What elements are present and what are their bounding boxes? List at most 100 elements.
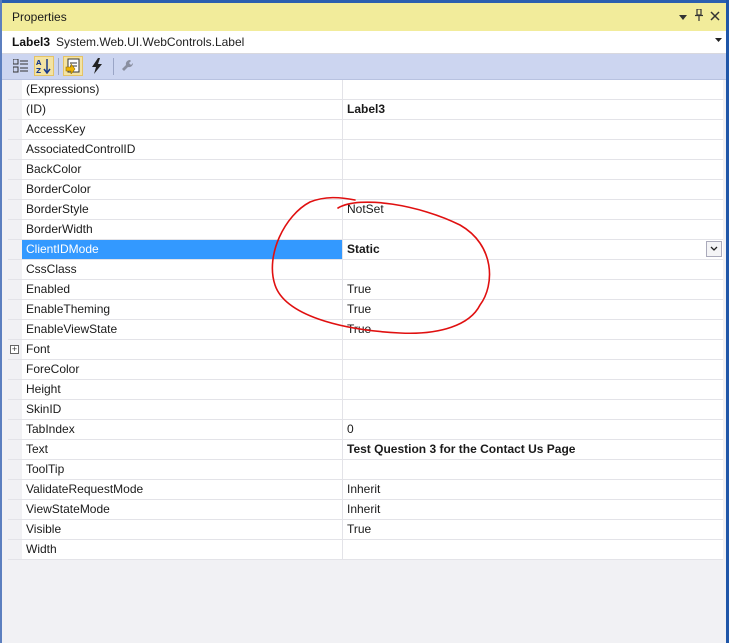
wrench-icon — [122, 59, 134, 71]
property-row-expressions[interactable]: (Expressions) — [8, 80, 723, 100]
toolbar-separator — [58, 58, 59, 75]
row-gutter — [8, 260, 22, 279]
property-row-font[interactable]: + Font — [8, 340, 723, 360]
property-value[interactable]: Test Question 3 for the Contact Us Page — [342, 440, 723, 459]
property-value[interactable]: True — [342, 320, 723, 339]
property-value[interactable] — [342, 380, 723, 399]
property-value[interactable]: Inherit — [342, 480, 723, 499]
object-name: Label3 — [12, 35, 51, 49]
property-row-accesskey[interactable]: AccessKey — [8, 120, 723, 140]
panel-title-bar[interactable]: Properties — [2, 3, 726, 31]
property-row-id[interactable]: (ID) Label3 — [8, 100, 723, 120]
property-value[interactable] — [342, 220, 723, 239]
value-dropdown-button[interactable] — [706, 241, 722, 257]
property-row-visible[interactable]: Visible True — [8, 520, 723, 540]
property-value[interactable] — [342, 80, 723, 99]
row-gutter — [8, 220, 22, 239]
property-value[interactable]: Static — [342, 240, 723, 259]
categorized-button[interactable] — [11, 56, 31, 76]
expand-plus-icon[interactable]: + — [10, 345, 19, 354]
row-gutter — [8, 520, 22, 539]
property-value[interactable] — [342, 180, 723, 199]
property-name: BorderWidth — [26, 222, 93, 236]
property-row-backcolor[interactable]: BackColor — [8, 160, 723, 180]
row-gutter — [8, 300, 22, 319]
events-button[interactable] — [87, 56, 107, 76]
property-value[interactable]: NotSet — [342, 200, 723, 219]
property-name: Visible — [26, 522, 62, 536]
property-value[interactable]: Label3 — [342, 100, 723, 119]
property-grid: (Expressions) (ID) Label3 AccessKey Asso… — [8, 80, 723, 560]
close-icon[interactable] — [707, 8, 723, 26]
chevron-down-icon[interactable] — [715, 35, 722, 45]
property-value[interactable] — [342, 540, 723, 559]
property-name: TabIndex — [26, 422, 75, 436]
property-value[interactable] — [342, 160, 723, 179]
property-name: SkinID — [26, 402, 62, 416]
pin-icon[interactable] — [691, 8, 707, 26]
row-gutter — [8, 160, 22, 179]
property-row-enabled[interactable]: Enabled True — [8, 280, 723, 300]
row-gutter — [8, 360, 22, 379]
property-value[interactable] — [342, 460, 723, 479]
row-gutter — [8, 460, 22, 479]
property-value[interactable] — [342, 120, 723, 139]
window-border-left — [0, 0, 2, 643]
properties-window: Properties Label3 System.Web.UI.WebContr… — [0, 0, 729, 643]
property-row-associatedcontrolid[interactable]: AssociatedControlID — [8, 140, 723, 160]
row-gutter — [8, 480, 22, 499]
property-row-forecolor[interactable]: ForeColor — [8, 360, 723, 380]
property-row-enableviewstate[interactable]: EnableViewState True — [8, 320, 723, 340]
property-row-clientidmode[interactable]: ClientIDMode Static — [8, 240, 723, 260]
row-gutter: + — [8, 340, 22, 359]
window-position-dropdown-icon[interactable] — [675, 8, 691, 26]
property-name: Text — [26, 442, 49, 456]
property-name: Font — [26, 342, 51, 356]
property-row-height[interactable]: Height — [8, 380, 723, 400]
property-name: BackColor — [26, 162, 82, 176]
property-row-validaterequestmode[interactable]: ValidateRequestMode Inherit — [8, 480, 723, 500]
property-name: ClientIDMode — [22, 240, 342, 259]
row-gutter — [8, 380, 22, 399]
object-type: System.Web.UI.WebControls.Label — [56, 35, 245, 49]
property-row-skinid[interactable]: SkinID — [8, 400, 723, 420]
property-value[interactable] — [342, 360, 723, 379]
svg-text:Z: Z — [36, 67, 41, 74]
property-row-tabindex[interactable]: TabIndex 0 — [8, 420, 723, 440]
row-gutter — [8, 100, 22, 119]
property-row-cssclass[interactable]: CssClass — [8, 260, 723, 280]
property-name: (Expressions) — [26, 82, 100, 96]
property-row-viewstatemode[interactable]: ViewStateMode Inherit — [8, 500, 723, 520]
row-gutter — [8, 200, 22, 219]
property-row-text[interactable]: Text Test Question 3 for the Contact Us … — [8, 440, 723, 460]
property-value[interactable]: True — [342, 280, 723, 299]
property-name: CssClass — [26, 262, 77, 276]
property-name: AccessKey — [26, 122, 86, 136]
property-name: Width — [26, 542, 57, 556]
row-gutter — [8, 180, 22, 199]
property-value[interactable] — [342, 140, 723, 159]
property-value[interactable] — [342, 260, 723, 279]
property-value[interactable]: 0 — [342, 420, 723, 439]
properties-button[interactable] — [63, 56, 83, 76]
row-gutter — [8, 280, 22, 299]
object-selector[interactable]: Label3 System.Web.UI.WebControls.Label — [2, 31, 726, 54]
alphabetical-button[interactable]: A Z — [34, 56, 54, 76]
property-row-borderwidth[interactable]: BorderWidth — [8, 220, 723, 240]
property-value[interactable]: True — [342, 520, 723, 539]
property-value[interactable] — [342, 400, 723, 419]
property-row-borderstyle[interactable]: BorderStyle NotSet — [8, 200, 723, 220]
property-value[interactable]: True — [342, 300, 723, 319]
property-value[interactable] — [342, 340, 723, 359]
row-gutter — [8, 500, 22, 519]
property-name: ValidateRequestMode — [26, 482, 144, 496]
property-name: ForeColor — [26, 362, 80, 376]
chevron-down-icon — [710, 246, 718, 251]
property-row-width[interactable]: Width — [8, 540, 723, 560]
property-value[interactable]: Inherit — [342, 500, 723, 519]
property-row-bordercolor[interactable]: BorderColor — [8, 180, 723, 200]
property-pages-button[interactable] — [118, 56, 138, 76]
alphabetical-icon: A Z — [36, 59, 51, 74]
property-row-enabletheming[interactable]: EnableTheming True — [8, 300, 723, 320]
property-row-tooltip[interactable]: ToolTip — [8, 460, 723, 480]
